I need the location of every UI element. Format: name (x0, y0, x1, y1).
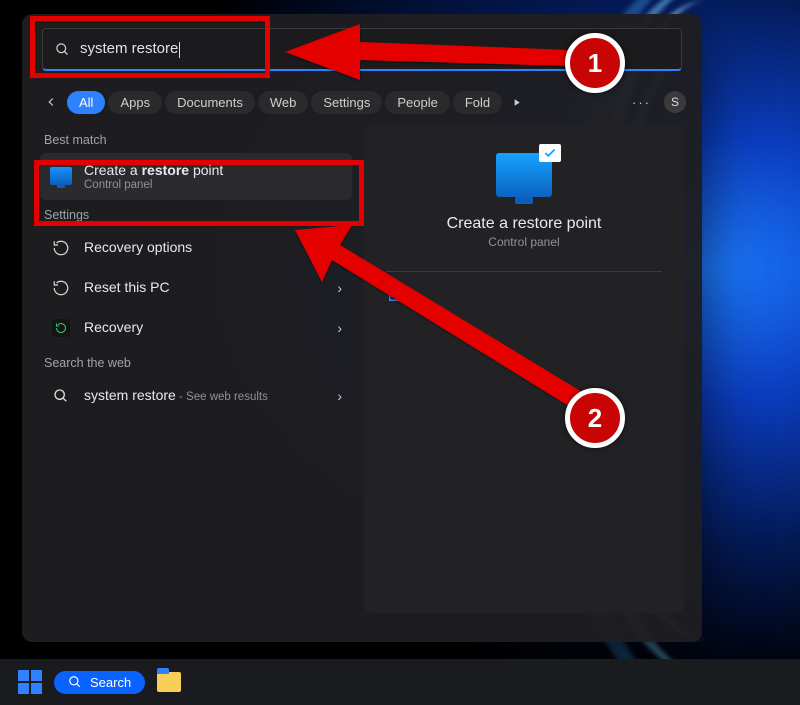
filter-people[interactable]: People (385, 91, 449, 114)
search-panel: system restore All Apps Documents Web Se… (22, 14, 702, 642)
divider (386, 271, 662, 272)
result-reset-this-pc[interactable]: Reset this PC › (40, 268, 352, 308)
filter-all[interactable]: All (67, 91, 105, 114)
start-button[interactable] (18, 670, 42, 694)
search-icon (55, 42, 70, 57)
chevron-right-icon: › (337, 388, 342, 404)
result-recovery-options[interactable]: Recovery options › (40, 228, 352, 268)
chevron-right-icon: › (337, 280, 342, 296)
recovery-app-icon (50, 317, 72, 339)
recovery-icon (50, 277, 72, 299)
search-box[interactable]: system restore (42, 28, 682, 71)
chevron-right-icon: › (337, 320, 342, 336)
section-settings: Settings (44, 208, 348, 222)
checkmark-badge-icon (539, 144, 561, 162)
filter-documents[interactable]: Documents (165, 91, 255, 114)
back-button[interactable] (38, 89, 64, 115)
result-create-restore-point[interactable]: Create a restore point Control panel (40, 153, 352, 200)
preview-subtitle: Control panel (364, 235, 684, 249)
file-explorer-icon[interactable] (157, 672, 181, 692)
filter-more[interactable]: ··· (632, 95, 651, 110)
section-search-web: Search the web (44, 356, 348, 370)
open-external-icon[interactable] (386, 286, 408, 308)
section-best-match: Best match (44, 133, 348, 147)
search-icon (50, 385, 72, 407)
search-input[interactable]: system restore (80, 40, 669, 57)
preview-title: Create a restore point (364, 215, 684, 233)
taskbar: Search (0, 659, 800, 705)
search-icon (68, 675, 82, 689)
result-web-search[interactable]: system restore - See web results › (40, 376, 352, 416)
taskbar-search-button[interactable]: Search (54, 671, 145, 694)
filter-settings[interactable]: Settings (311, 91, 382, 114)
monitor-icon (50, 165, 72, 187)
filter-web[interactable]: Web (258, 91, 309, 114)
preview-pane: Create a restore point Control panel (364, 125, 684, 613)
chevron-right-icon: › (337, 240, 342, 256)
result-recovery[interactable]: Recovery › (40, 308, 352, 348)
user-avatar[interactable]: S (664, 91, 686, 113)
recovery-icon (50, 237, 72, 259)
filter-apps[interactable]: Apps (108, 91, 162, 114)
filter-row: All Apps Documents Web Settings People F… (22, 83, 702, 125)
filter-scroll-right[interactable] (505, 91, 527, 113)
filter-folders[interactable]: Fold (453, 91, 502, 114)
